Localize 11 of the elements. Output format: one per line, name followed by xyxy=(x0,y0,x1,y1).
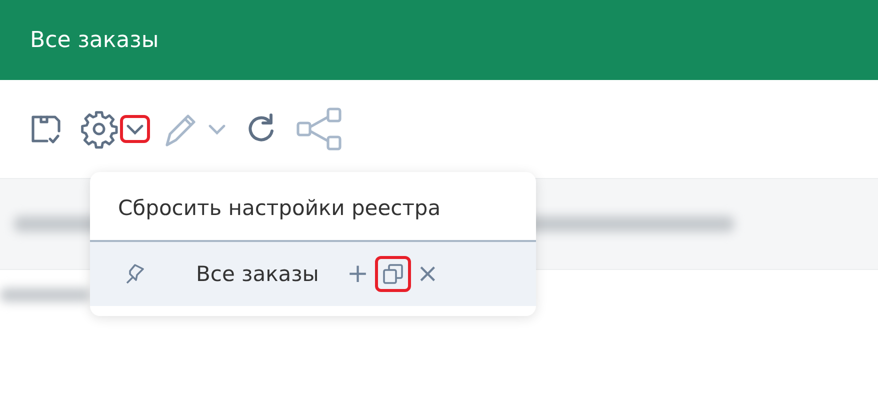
copy-icon xyxy=(380,262,405,286)
chevron-down-icon xyxy=(207,122,227,136)
add-button[interactable]: + xyxy=(340,255,375,293)
copy-button[interactable] xyxy=(374,256,411,292)
chevron-down-icon xyxy=(125,122,145,136)
page-title: Все заказы xyxy=(30,28,159,52)
close-button[interactable]: × xyxy=(410,255,444,293)
preset-name[interactable]: Все заказы xyxy=(196,262,319,286)
dropdown-chevron-button[interactable] xyxy=(120,115,150,143)
settings-icon xyxy=(79,109,119,149)
preset-row[interactable]: Все заказы + × xyxy=(90,242,536,306)
